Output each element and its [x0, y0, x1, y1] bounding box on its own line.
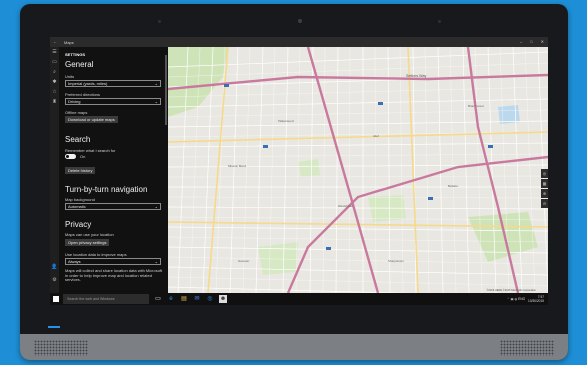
map-views-icon[interactable]: ▦ [541, 179, 548, 188]
cities-3d-icon[interactable]: ♜ [50, 97, 59, 107]
settings-gear-icon[interactable]: ⚙ [50, 275, 59, 285]
speaker-bar [20, 334, 568, 360]
title-bar: ← Maps – □ ✕ [50, 37, 548, 47]
tray-icons[interactable]: ⌃ ▣ ◍ ENG [507, 297, 525, 301]
sensor-dot [438, 20, 441, 23]
zoom-out-icon[interactable]: ⊖ [541, 199, 548, 208]
settings-panel: SETTINGS General Units Imperial (yards, … [59, 47, 168, 293]
directions-label: Preferred directions [65, 92, 100, 97]
chevron-down-icon: ⌄ [154, 204, 158, 209]
edge-browser-icon[interactable]: e [167, 295, 175, 303]
remember-search-label: Remember what I search for [65, 148, 116, 153]
road-label: Settlers Way [406, 74, 427, 78]
nav-icon-strip: ☰ ▭ ⌕ ✱ ☆ ♜ 👤 ⚙ [50, 47, 59, 293]
hamburger-menu-icon[interactable]: ☰ [50, 47, 59, 57]
chevron-down-icon: ⌄ [154, 99, 158, 104]
privacy-settings-button[interactable]: Open privacy settings [65, 239, 110, 246]
map-copyright: ©2015 HERE ©2015 Microsoft Corporation [486, 289, 536, 292]
camera [298, 19, 302, 23]
general-heading: General [65, 60, 94, 69]
svg-text:Briar Forest: Briar Forest [468, 104, 484, 108]
clock-date: 10/30/2015 [528, 299, 544, 303]
maps-app-icon[interactable]: ◎ [206, 295, 214, 303]
navigation-heading: Turn-by-turn navigation [65, 185, 148, 194]
chevron-down-icon: ⌄ [154, 81, 158, 86]
map-background-value: Automatic [68, 204, 86, 209]
speaker-grille-left [34, 340, 88, 356]
nearby-icon[interactable]: ✱ [50, 77, 59, 87]
improve-maps-label: Use location data to improve maps [65, 252, 127, 257]
chevron-down-icon: ⌄ [154, 259, 158, 264]
directions-value: Driving [68, 99, 81, 104]
maximize-icon[interactable]: □ [530, 39, 532, 44]
units-value: Imperial (yards, miles) [68, 81, 108, 86]
street-map[interactable]: Tallowwood Alief Mission Bend Westchase … [168, 47, 548, 293]
people-app-icon[interactable]: ☻ [219, 295, 227, 303]
svg-text:Gessner: Gessner [238, 259, 249, 263]
svg-text:Sharpstown: Sharpstown [388, 259, 404, 263]
units-label: Units [65, 74, 75, 79]
taskbar-search-box[interactable]: Search the web and Windows [63, 294, 149, 304]
svg-text:Mission Bend: Mission Bend [228, 164, 246, 168]
map-view[interactable]: Tallowwood Alief Mission Bend Westchase … [168, 47, 548, 293]
store-icon[interactable]: ✉ [193, 295, 201, 303]
improve-maps-description: Maps will collect and share location dat… [65, 268, 163, 283]
zoom-in-icon[interactable]: ⊕ [541, 189, 548, 198]
remember-search-toggle[interactable] [65, 154, 76, 159]
close-icon[interactable]: ✕ [541, 39, 544, 44]
taskbar: Search the web and Windows ▭ e ▤ ✉ ◎ ☻ ⌃… [50, 293, 548, 305]
settings-header: SETTINGS [65, 52, 86, 57]
offline-maps-label: Offline maps [65, 110, 88, 115]
search-icon[interactable]: ⌕ [50, 67, 59, 77]
search-heading: Search [65, 135, 91, 144]
file-explorer-icon[interactable]: ▤ [180, 295, 188, 303]
svg-text:Tallowwood: Tallowwood [278, 119, 294, 123]
map-background-dropdown[interactable]: Automatic ⌄ [65, 203, 161, 210]
download-maps-button[interactable]: Download or update maps [65, 116, 118, 123]
location-text: Maps can use your location [65, 232, 114, 237]
sensor-dot [158, 20, 161, 23]
improve-maps-value: Always [68, 259, 81, 264]
svg-text:Alief: Alief [373, 134, 379, 138]
tablet-device: ← Maps – □ ✕ ☰ ▭ ⌕ ✱ ☆ ♜ 👤 ⚙ SETTINGS Ge… [20, 4, 568, 360]
clock[interactable]: 7:57 10/30/2015 [528, 295, 544, 303]
windows-start-icon[interactable] [53, 296, 59, 302]
improve-maps-dropdown[interactable]: Always ⌄ [65, 258, 161, 265]
locate-me-icon[interactable]: ◎ [541, 169, 548, 178]
app-title: Maps [64, 40, 74, 45]
svg-text:Bellaire: Bellaire [448, 184, 458, 188]
svg-text:Westchase: Westchase [338, 204, 353, 208]
screen: ← Maps – □ ✕ ☰ ▭ ⌕ ✱ ☆ ♜ 👤 ⚙ SETTINGS Ge… [50, 37, 548, 305]
system-tray: ⌃ ▣ ◍ ENG 7:57 10/30/2015 [507, 294, 544, 304]
directions-dropdown[interactable]: Driving ⌄ [65, 98, 161, 105]
units-dropdown[interactable]: Imperial (yards, miles) ⌄ [65, 80, 161, 87]
map-background-label: Map background [65, 197, 95, 202]
privacy-heading: Privacy [65, 220, 92, 229]
minimize-icon[interactable]: – [520, 39, 522, 44]
toggle-state: On [80, 154, 86, 159]
task-view-icon[interactable]: ▭ [154, 295, 162, 303]
directions-icon[interactable]: ▭ [50, 57, 59, 67]
status-led [48, 326, 60, 328]
delete-history-button[interactable]: Delete history [65, 167, 96, 174]
speaker-grille-right [500, 340, 554, 356]
account-icon[interactable]: 👤 [50, 262, 59, 272]
back-arrow-icon[interactable]: ← [53, 39, 57, 44]
panel-scrollbar[interactable] [165, 55, 167, 125]
favorites-icon[interactable]: ☆ [50, 87, 59, 97]
